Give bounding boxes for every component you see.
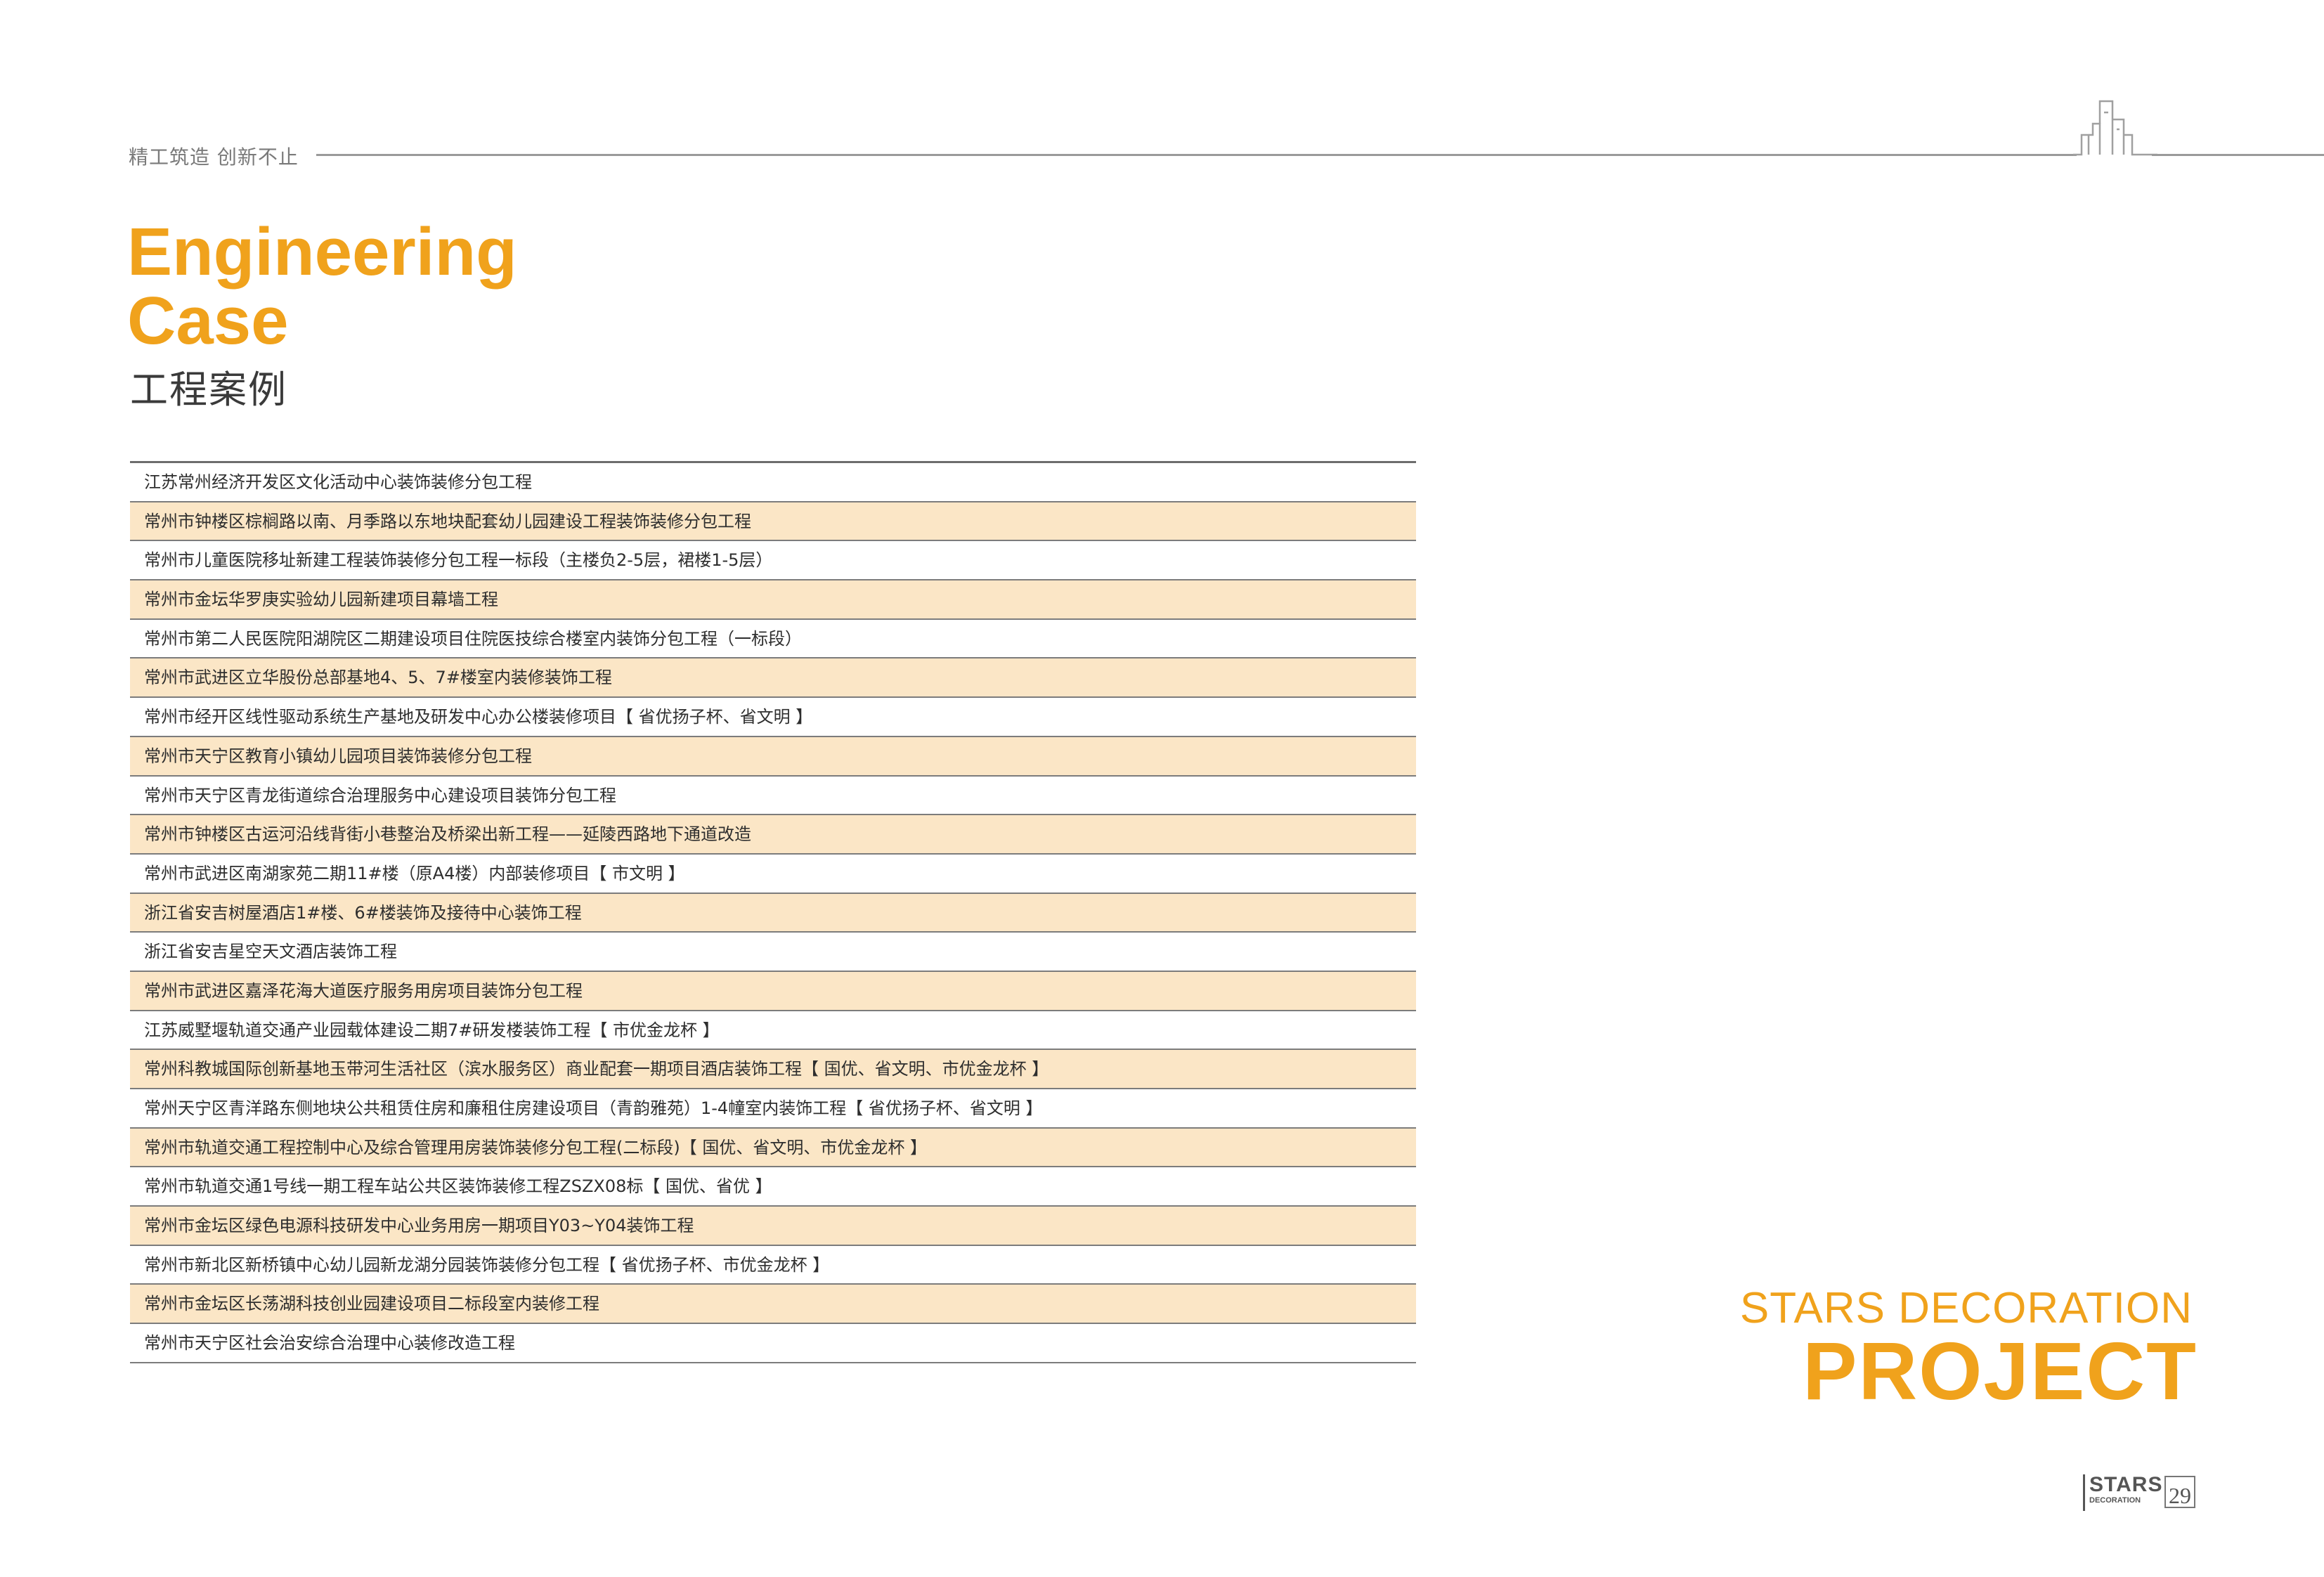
page-title-english: Engineering Case [127, 218, 517, 356]
project-row: 浙江省安吉星空天文酒店装饰工程 [130, 933, 1416, 972]
project-row: 常州市轨道交通工程控制中心及综合管理用房装饰装修分包工程(二标段)【 国优、省文… [130, 1128, 1416, 1168]
project-row: 常州市金坛华罗庚实验幼儿园新建项目幕墙工程 [130, 580, 1416, 620]
project-list: 江苏常州经济开发区文化活动中心装饰装修分包工程 常州市钟楼区棕榈路以南、月季路以… [130, 461, 1416, 1363]
project-row: 常州市轨道交通1号线一期工程车站公共区装饰装修工程ZSZX08标【 国优、省优 … [130, 1167, 1416, 1207]
project-row: 常州市天宁区社会治安综合治理中心装修改造工程 [130, 1324, 1416, 1363]
project-row: 常州市金坛区长荡湖科技创业园建设项目二标段室内装修工程 [130, 1285, 1416, 1325]
project-row: 浙江省安吉树屋酒店1#楼、6#楼装饰及接待中心装饰工程 [130, 893, 1416, 933]
header-divider-right [2152, 154, 2324, 156]
building-skyline-icon [2073, 100, 2157, 156]
project-row: 常州市经开区线性驱动系统生产基地及研发中心办公楼装修项目【 省优扬子杯、省文明 … [130, 698, 1416, 737]
title-line-1: Engineering [127, 214, 517, 290]
title-line-2: Case [127, 283, 289, 358]
footer-logo-line-1: STARS [2089, 1473, 2163, 1496]
project-row: 常州市钟楼区古运河沿线背街小巷整治及桥梁出新工程——延陵西路地下通道改造 [130, 815, 1416, 855]
brand-title: PROJECT [1803, 1325, 2198, 1417]
project-row: 常州市新北区新桥镇中心幼儿园新龙湖分园装饰装修分包工程【 省优扬子杯、市优金龙杯… [130, 1246, 1416, 1285]
header-slogan: 精工筑造 创新不止 [129, 145, 299, 169]
project-row: 常州市武进区南湖家苑二期11#楼（原A4楼）内部装修项目【 市文明 】 [130, 855, 1416, 894]
project-row: 常州市第二人民医院阳湖院区二期建设项目住院医技综合楼室内装饰分包工程（一标段） [130, 620, 1416, 659]
project-row: 常州市金坛区绿色电源科技研发中心业务用房一期项目Y03~Y04装饰工程 [130, 1207, 1416, 1246]
footer-logo-line-2: DECORATION [2089, 1496, 2141, 1505]
project-row: 常州市儿童医院移址新建工程装饰装修分包工程一标段（主楼负2-5层，裙楼1-5层） [130, 541, 1416, 581]
footer-logo: STARS DECORATION [2083, 1474, 2167, 1511]
project-row: 常州天宁区青洋路东侧地块公共租赁住房和廉租住房建设项目（青韵雅苑）1-4幢室内装… [130, 1089, 1416, 1129]
project-row: 江苏常州经济开发区文化活动中心装饰装修分包工程 [130, 463, 1416, 502]
project-row: 常州市天宁区教育小镇幼儿园项目装饰装修分包工程 [130, 736, 1416, 777]
project-row: 常州市钟楼区棕榈路以南、月季路以东地块配套幼儿园建设工程装饰装修分包工程 [130, 502, 1416, 542]
header-divider [316, 154, 2077, 156]
page-title-chinese: 工程案例 [130, 368, 287, 412]
project-row: 常州科教城国际创新基地玉带河生活社区（滨水服务区）商业配套一期项目酒店装饰工程【… [130, 1050, 1416, 1089]
project-row: 江苏威墅堰轨道交通产业园载体建设二期7#研发楼装饰工程【 市优金龙杯 】 [130, 1011, 1416, 1051]
page-number: 29 [2164, 1476, 2195, 1508]
project-row: 常州市武进区立华股份总部基地4、5、7#楼室内装修装饰工程 [130, 658, 1416, 699]
project-row: 常州市天宁区青龙街道综合治理服务中心建设项目装饰分包工程 [130, 777, 1416, 816]
project-row: 常州市武进区嘉泽花海大道医疗服务用房项目装饰分包工程 [130, 971, 1416, 1011]
